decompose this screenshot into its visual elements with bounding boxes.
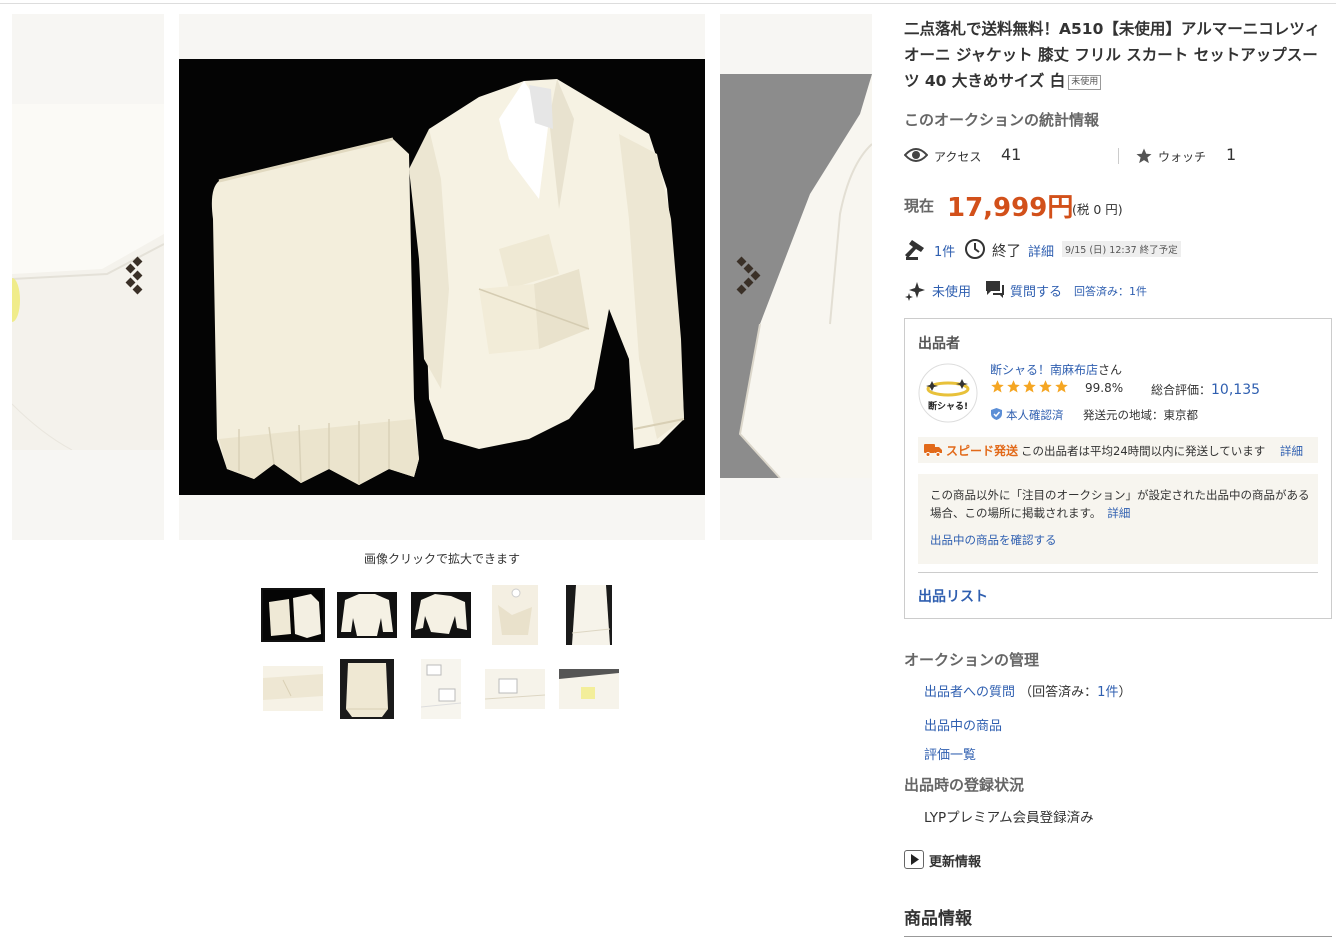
answered-count-link[interactable]: 回答済み：1件: [1074, 283, 1147, 299]
thumbnail[interactable]: [337, 592, 397, 638]
rating-star-icon: [1023, 380, 1036, 393]
play-icon: [904, 850, 924, 869]
ask-question-link[interactable]: 質問する: [1010, 281, 1062, 300]
rating-star-icon: [991, 380, 1004, 393]
notice-detail-link[interactable]: 詳細: [1107, 506, 1130, 520]
clock-icon: [965, 239, 985, 259]
speed-shipping-bar: スピード発送 この出品者は平均24時間以内に発送しています 詳細: [918, 437, 1318, 463]
product-info-heading: 商品情報: [904, 909, 972, 929]
thumbnail[interactable]: [261, 588, 325, 642]
answered-count[interactable]: 1件: [1097, 685, 1118, 700]
thumbnail[interactable]: [566, 585, 612, 645]
tax-note: (税 0 円): [1072, 202, 1123, 217]
check-listings-link[interactable]: 出品中の商品を確認する: [930, 532, 1057, 548]
thumbnail[interactable]: [559, 669, 619, 709]
end-detail-link[interactable]: 詳細: [1028, 241, 1054, 260]
access-label: アクセス: [934, 150, 982, 164]
question-to-seller-link[interactable]: 出品者への質問: [924, 685, 1015, 700]
ship-from: 発送元の地域：東京都: [1083, 408, 1198, 422]
seller-divider: [918, 572, 1318, 573]
stats-heading: このオークションの統計情報: [904, 111, 1100, 129]
avatar[interactable]: 断シャる!: [918, 363, 978, 423]
watch-count: 1: [1226, 145, 1237, 164]
price-label: 現在: [904, 197, 935, 215]
chevron-right-icon[interactable]: [734, 256, 764, 300]
seller-name-link[interactable]: 断シャる！南麻布店: [990, 363, 1098, 377]
gallery-slide-main[interactable]: [179, 14, 705, 540]
seller-heading: 出品者: [918, 336, 960, 352]
manage-question-row: 出品者への質問 （回答済み：1件）: [924, 681, 1131, 700]
gavel-icon: [905, 240, 924, 260]
speed-text: この出品者は平均24時間以内に発送しています: [1021, 444, 1266, 458]
chat-icon: [986, 281, 1004, 298]
answered-suffix: ）: [1118, 685, 1132, 700]
thumbnail[interactable]: [485, 669, 545, 709]
notice-text: この商品以外に「注目のオークション」が設定された出品中の商品がある場合、この場所…: [930, 486, 1310, 522]
stats-row: アクセス 41 ウォッチ 1: [904, 144, 1324, 168]
rating-percent: 99.8%: [1085, 381, 1124, 395]
end-label: 終了: [992, 244, 1021, 260]
bid-count-link[interactable]: 1件: [934, 241, 955, 260]
watch-label: ウォッチ: [1158, 150, 1207, 164]
manage-heading: オークションの管理: [904, 651, 1040, 669]
total-eval-value[interactable]: 10,135: [1211, 382, 1260, 398]
condition-link[interactable]: 未使用: [932, 281, 971, 300]
answered-prefix: （回答済み：: [1019, 685, 1098, 700]
star-icon: [1136, 148, 1152, 164]
speed-label: スピード発送: [946, 444, 1019, 458]
thumbnail[interactable]: [263, 666, 323, 711]
update-label: 更新情報: [929, 855, 982, 870]
zoom-hint: 画像クリックで拡大できます: [363, 552, 520, 566]
evaluation-list-link[interactable]: 評価一覧: [924, 744, 976, 763]
registration-heading: 出品時の登録状況: [904, 776, 1025, 794]
product-photo-main: [179, 59, 705, 495]
featured-notice: この商品以外に「注目のオークション」が設定された出品中の商品がある場合、この場所…: [918, 474, 1318, 564]
item-title-text: 二点落札で送料無料！A510【未使用】アルマーニコレツィオーニ ジャケット 膝丈…: [904, 20, 1321, 90]
thumbnail[interactable]: [421, 659, 461, 719]
condition-badge: 未使用: [1068, 75, 1102, 90]
registration-value: LYPプレミアム会員登録済み: [924, 810, 1094, 826]
product-info-rule: [904, 936, 1332, 937]
eye-icon: [904, 148, 928, 162]
seller-list-link[interactable]: 出品リスト: [918, 586, 988, 606]
thumbnail[interactable]: [411, 592, 471, 638]
seller-box: 出品者 断シャる! 断シャる！南麻布店さん 99.8% 総合評価：10,135 …: [904, 318, 1332, 619]
sparkle-icon: [905, 282, 925, 301]
price-value: 17,999円: [947, 193, 1074, 223]
stats-divider: [1118, 148, 1119, 164]
avatar-text: 断シャる!: [928, 400, 968, 412]
end-time: 9/15 (日) 12:37 終了予定: [1062, 241, 1181, 257]
rating-star-icon: [1039, 380, 1052, 393]
top-border: [0, 0, 1336, 4]
item-title: 二点落札で送料無料！A510【未使用】アルマーニコレツィオーニ ジャケット 膝丈…: [904, 16, 1332, 94]
verified-icon: [991, 408, 1002, 420]
thumbnail[interactable]: [492, 585, 538, 645]
total-evaluation: 総合評価：10,135: [1151, 381, 1260, 398]
thumbnail[interactable]: [340, 659, 394, 719]
rating-stars: [990, 379, 1070, 398]
truck-icon: [924, 444, 942, 457]
total-eval-label: 総合評価：: [1151, 383, 1212, 397]
verified-link[interactable]: 本人確認済: [1006, 407, 1064, 423]
speed-detail-link[interactable]: 詳細: [1280, 443, 1303, 459]
seller-name: 断シャる！南麻布店さん: [990, 361, 1122, 378]
rating-star-icon: [1055, 380, 1068, 393]
chevron-left-icon[interactable]: [122, 256, 152, 300]
listing-items-link[interactable]: 出品中の商品: [924, 715, 1002, 734]
access-count: 41: [1001, 145, 1022, 164]
seller-name-suffix: さん: [1098, 363, 1123, 377]
rating-star-icon: [1007, 380, 1020, 393]
